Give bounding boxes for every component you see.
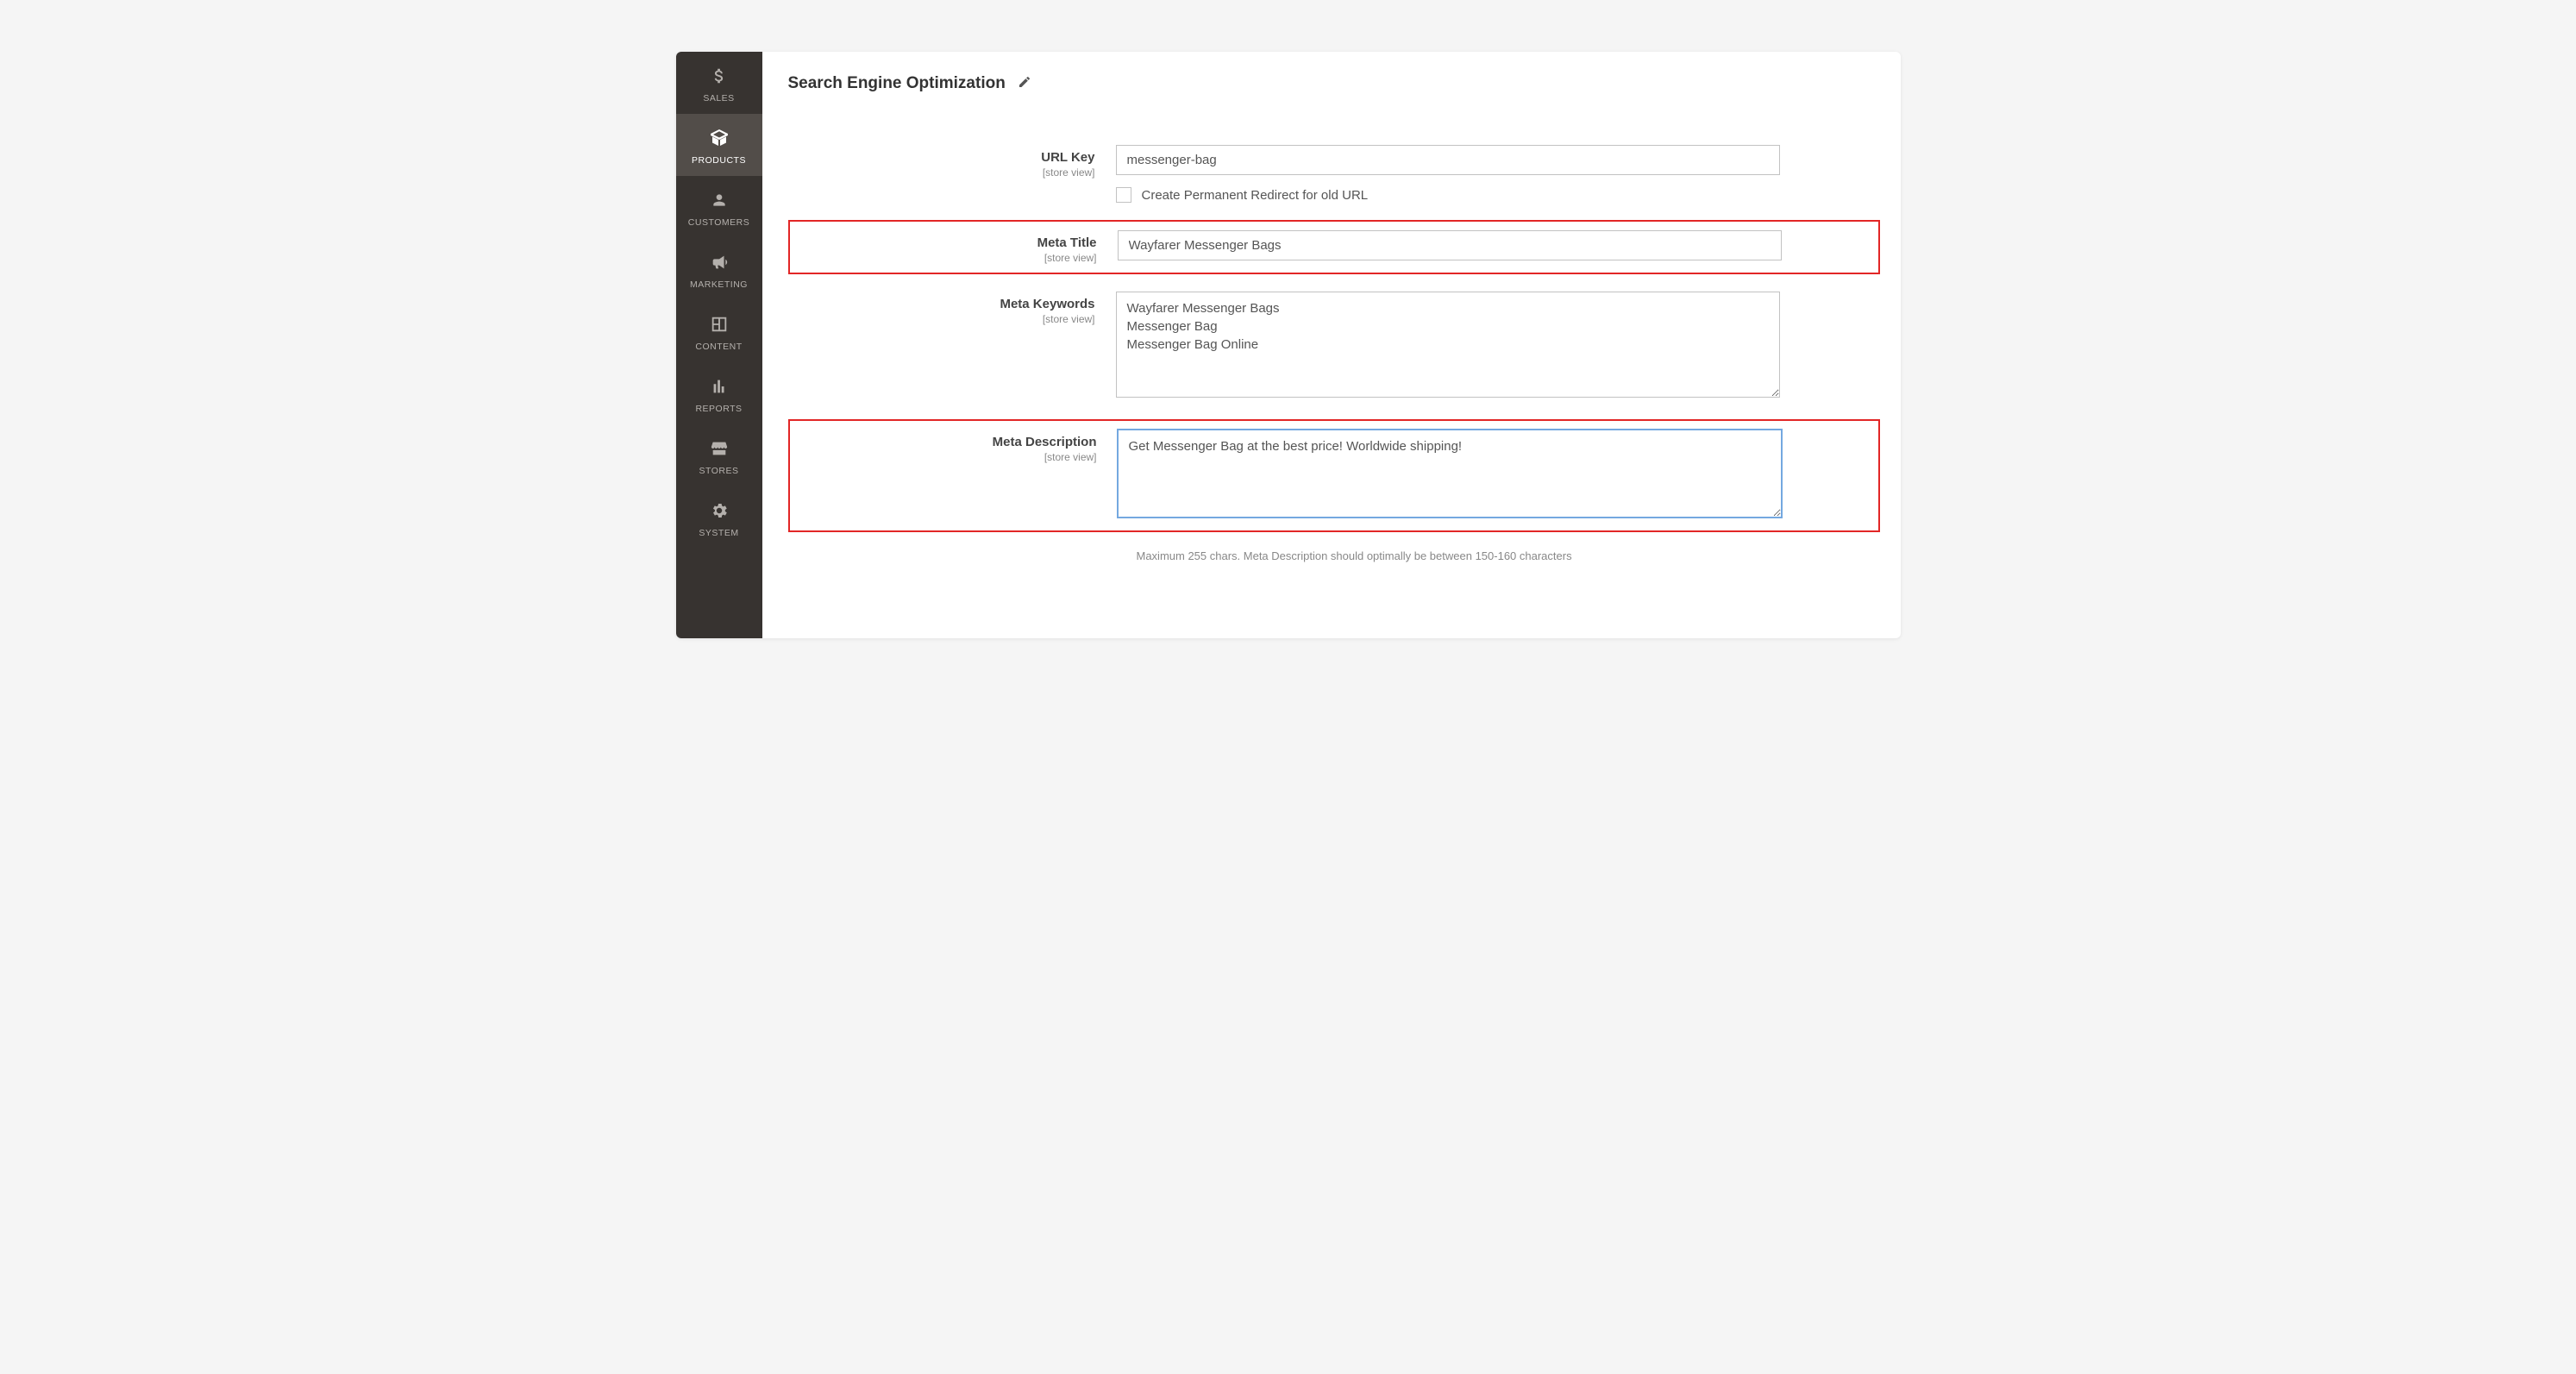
gear-icon <box>707 499 731 523</box>
megaphone-icon <box>707 250 731 274</box>
meta-keywords-label: Meta Keywords <box>788 297 1095 311</box>
nav-label: CUSTOMERS <box>688 217 749 228</box>
person-icon <box>707 188 731 212</box>
sidebar-item-customers[interactable]: CUSTOMERS <box>676 176 762 238</box>
meta-title-scope: [store view] <box>790 252 1097 264</box>
nav-label: REPORTS <box>695 404 742 414</box>
url-key-label: URL Key <box>788 150 1095 165</box>
meta-description-input[interactable] <box>1118 430 1782 518</box>
meta-description-label: Meta Description <box>790 435 1097 449</box>
sidebar-nav: SALES PRODUCTS CUSTOMERS MARKETING CONTE… <box>676 52 762 638</box>
section-title: Search Engine Optimization <box>788 74 1006 93</box>
pencil-icon[interactable] <box>1018 75 1035 92</box>
sidebar-item-reports[interactable]: REPORTS <box>676 362 762 424</box>
nav-label: STORES <box>699 466 739 476</box>
sidebar-item-content[interactable]: CONTENT <box>676 300 762 362</box>
redirect-checkbox[interactable] <box>1116 187 1131 203</box>
meta-title-input[interactable] <box>1118 230 1782 260</box>
sidebar-item-marketing[interactable]: MARKETING <box>676 238 762 300</box>
admin-panel: SALES PRODUCTS CUSTOMERS MARKETING CONTE… <box>676 52 1901 638</box>
bar-chart-icon <box>707 374 731 398</box>
main-content: Search Engine Optimization URL Key [stor… <box>762 52 1901 638</box>
field-row-meta-description: Meta Description [store view] <box>788 419 1880 532</box>
sidebar-item-sales[interactable]: SALES <box>676 52 762 114</box>
nav-label: PRODUCTS <box>692 155 746 166</box>
meta-description-hint: Maximum 255 chars. Meta Description shou… <box>1137 549 1880 562</box>
dollar-icon <box>707 64 731 88</box>
nav-label: SYSTEM <box>699 528 738 538</box>
meta-keywords-input[interactable] <box>1116 292 1780 398</box>
sidebar-item-system[interactable]: SYSTEM <box>676 486 762 549</box>
section-header: Search Engine Optimization <box>788 74 1880 93</box>
field-row-meta-title: Meta Title [store view] <box>788 220 1880 274</box>
sidebar-item-stores[interactable]: STORES <box>676 424 762 486</box>
meta-keywords-scope: [store view] <box>788 313 1095 325</box>
url-key-scope: [store view] <box>788 166 1095 179</box>
redirect-checkbox-label: Create Permanent Redirect for old URL <box>1142 188 1369 203</box>
sidebar-item-products[interactable]: PRODUCTS <box>676 114 762 176</box>
url-key-input[interactable] <box>1116 145 1780 175</box>
field-row-url-key: URL Key [store view] Create Permanent Re… <box>788 145 1880 203</box>
field-row-meta-keywords: Meta Keywords [store view] <box>788 292 1880 402</box>
layout-icon <box>707 312 731 336</box>
box-icon <box>707 126 731 150</box>
nav-label: MARKETING <box>690 279 748 290</box>
storefront-icon <box>707 436 731 461</box>
nav-label: CONTENT <box>695 342 742 352</box>
meta-description-scope: [store view] <box>790 451 1097 463</box>
nav-label: SALES <box>703 93 734 104</box>
meta-title-label: Meta Title <box>790 235 1097 250</box>
